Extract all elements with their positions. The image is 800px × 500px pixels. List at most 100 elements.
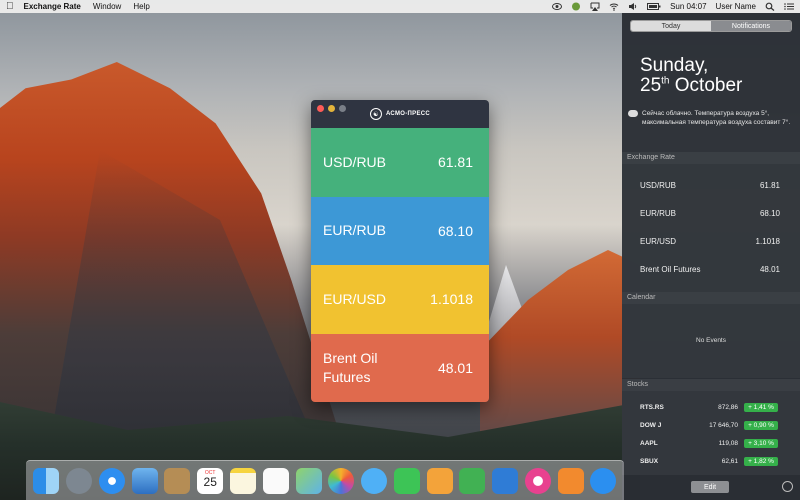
spotlight-search-icon[interactable] [765,2,775,11]
edit-button[interactable]: Edit [691,481,729,493]
nc-date: 25th October [640,75,742,97]
stock-row[interactable]: RTS.RS 872,86 + 1,41 % [640,401,790,413]
notification-center: Today Notifications Sunday, 25th October… [622,13,800,500]
ibooks-icon[interactable] [557,467,584,494]
stock-price: 872,86 [718,403,738,411]
stock-change-badge[interactable]: + 0,90 % [744,420,778,430]
stocks-widget[interactable]: RTS.RS 872,86 + 1,41 % DOW J 17 646,70 +… [622,391,800,475]
nc-date-suffix: th [661,75,670,87]
rate-tile-usd-rub[interactable]: USD/RUB 61.81 [311,128,489,197]
rate-value: 1.1018 [430,291,473,308]
logo-text: АСМО-ПРЕСС [385,111,431,117]
stock-price: 119,08 [718,439,738,447]
window-titlebar[interactable]: ☯ АСМО-ПРЕСС [311,100,489,128]
widget-header-exchange-rate: Exchange Rate [622,152,800,164]
mail-icon[interactable] [131,467,158,494]
widget-rate-value: 1.1018 [755,237,780,246]
stock-row[interactable]: SBUX 62,61 + 1,82 % [640,455,790,467]
stock-row[interactable]: DOW J 17 646,70 + 0,90 % [640,419,790,431]
app-store-icon[interactable] [590,467,617,494]
stock-symbol: RTS.RS [640,403,664,411]
keynote-icon[interactable] [492,467,519,494]
menu-help[interactable]: Help [133,2,149,11]
airplay-icon[interactable] [590,2,600,11]
rate-value: 48.01 [437,359,473,376]
minimize-button[interactable] [328,105,335,112]
app-status-icon[interactable] [571,2,581,11]
rate-tile-eur-rub[interactable]: EUR/RUB 68.10 [311,196,489,265]
photos-icon[interactable] [328,467,355,494]
rate-value: 68.10 [437,222,473,239]
rate-pair: EUR/USD [323,290,387,307]
menu-app-name[interactable]: Exchange Rate [24,2,81,11]
contacts-icon[interactable] [164,467,191,494]
weather-summary: Сейчас облачно. Температура воздуха 5°, … [628,109,794,127]
exchange-rate-widget[interactable]: USD/RUB 61.81 EUR/RUB 68.10 EUR/USD 1.10… [622,164,800,292]
dock: OCT 25 [26,460,624,500]
launchpad-icon[interactable] [66,467,93,494]
rate-pair: EUR/RUB [323,222,387,239]
stock-symbol: AAPL [640,439,658,447]
rate-pair: USD/RUB [323,153,387,170]
widget-rate-value: 48.01 [759,265,780,274]
rate-tile-brent-oil[interactable]: Brent Oil Futures 48.01 [311,333,489,402]
nc-day: Sunday, [640,55,709,76]
widget-header-stocks: Stocks [622,379,800,391]
wifi-icon[interactable] [609,2,619,11]
reminders-icon[interactable] [262,467,289,494]
battery-icon[interactable] [647,2,661,11]
widget-rate-row: EUR/RUB 68.10 [640,209,780,218]
widget-rate-pair: EUR/USD [640,237,677,246]
widget-rate-value: 61.81 [759,181,780,190]
gear-icon[interactable] [782,481,793,492]
widget-rate-row: EUR/USD 1.1018 [640,237,780,246]
nc-segmented-control: Today Notifications [630,20,792,32]
nc-date-month: October [674,75,743,96]
menubar-status-area: Sun 04:07 User Name [552,2,794,11]
stock-price: 62,61 [721,457,738,465]
cloud-icon [628,110,638,117]
window-controls [317,105,346,112]
facetime-icon[interactable] [393,467,420,494]
exchange-rate-window: ☯ АСМО-ПРЕСС USD/RUB 61.81 EUR/RUB 68.10… [311,100,489,402]
menubar:  Exchange Rate Window Help Sun 04:07 Us… [0,0,800,13]
numbers-icon[interactable] [459,467,486,494]
calendar-icon[interactable]: OCT 25 [197,467,224,494]
widget-rate-row: Brent Oil Futures 48.01 [640,265,780,274]
widget-rate-row: USD/RUB 61.81 [640,181,780,190]
maps-icon[interactable] [295,467,322,494]
pages-icon[interactable] [426,467,453,494]
logo-icon: ☯ [369,108,382,120]
calendar-no-events: No Events [696,337,726,344]
tab-notifications[interactable]: Notifications [711,21,791,31]
apple-menu-icon[interactable]:  [6,1,14,12]
notes-icon[interactable] [229,467,256,494]
close-button[interactable] [317,105,324,112]
tab-today[interactable]: Today [631,21,711,31]
stock-price: 17 646,70 [709,421,738,429]
menu-window[interactable]: Window [93,2,121,11]
widget-rate-pair: EUR/RUB [640,209,677,218]
messages-icon[interactable] [361,467,388,494]
calendar-widget[interactable]: No Events [622,304,800,378]
finder-icon[interactable] [33,467,60,494]
stock-change-badge[interactable]: + 1,82 % [744,456,778,466]
rate-pair: Brent Oil Futures [323,349,378,385]
stock-change-badge[interactable]: + 3,10 % [744,438,778,448]
zoom-button[interactable] [339,105,346,112]
nc-date-number: 25 [640,75,662,96]
widget-header-calendar: Calendar [622,292,800,304]
safari-icon[interactable] [98,467,125,494]
stock-symbol: SBUX [640,457,659,465]
itunes-icon[interactable] [524,467,551,494]
menubar-clock[interactable]: Sun 04:07 [670,2,706,11]
rate-tile-eur-usd[interactable]: EUR/USD 1.1018 [311,265,489,334]
menubar-user[interactable]: User Name [716,2,756,11]
stock-symbol: DOW J [640,421,662,429]
stock-change-badge[interactable]: + 1,41 % [744,402,778,412]
notification-center-icon[interactable] [784,2,794,11]
widget-rate-pair: USD/RUB [640,181,677,190]
eye-icon[interactable] [552,2,563,11]
volume-icon[interactable] [628,2,638,11]
stock-row[interactable]: AAPL 119,08 + 3,10 % [640,437,790,449]
